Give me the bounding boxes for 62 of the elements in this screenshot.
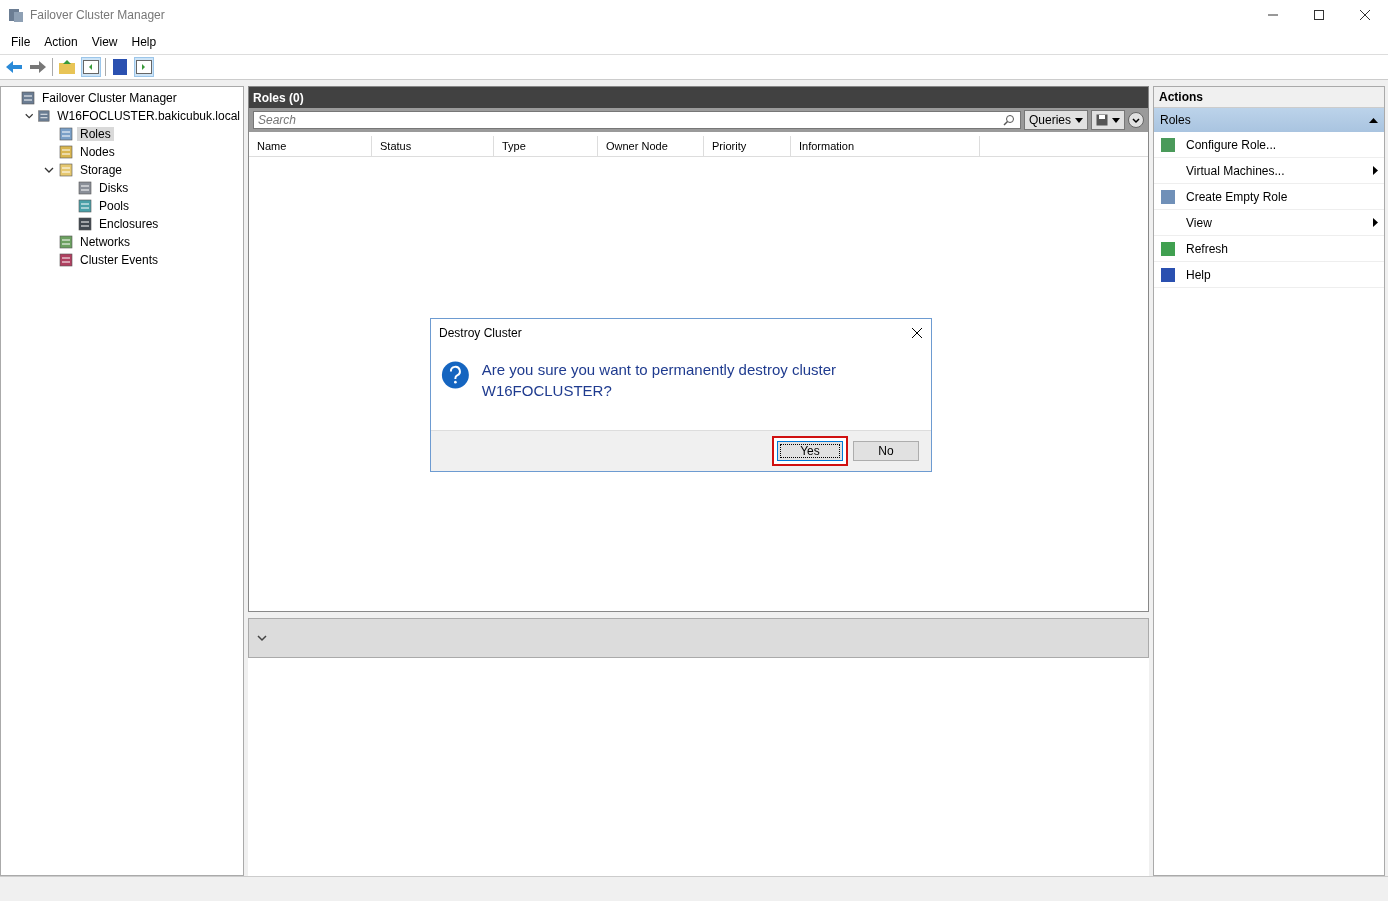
roles-icon	[58, 126, 74, 142]
tree-item[interactable]: Failover Cluster Manager	[39, 91, 180, 105]
search-field[interactable]: Search	[253, 111, 1021, 129]
chevron-down-icon[interactable]	[257, 634, 267, 642]
menu-item[interactable]: Action	[37, 35, 85, 49]
expand-chevron-icon[interactable]	[1128, 112, 1144, 128]
actions-header: Actions	[1154, 87, 1384, 108]
tree-item[interactable]: W16FOCLUSTER.bakicubuk.local	[54, 109, 243, 123]
dialog-button[interactable]: No	[853, 441, 919, 461]
dialog-title: Destroy Cluster	[439, 326, 522, 340]
pane-command[interactable]: Create Empty Role	[1154, 184, 1384, 210]
pane-command[interactable]: Configure Role...	[1154, 132, 1384, 158]
tree-item[interactable]: Cluster Events	[77, 253, 162, 267]
pane-command[interactable]: Virtual Machines...	[1154, 158, 1384, 184]
tree-item[interactable]: Enclosures	[96, 217, 162, 231]
column-header[interactable]: Priority	[704, 136, 791, 156]
dialog-message: Are you sure you want to permanently destroy cluster W16FOCLUSTER?	[481, 360, 838, 401]
window-title: Failover Cluster Manager	[30, 8, 165, 22]
networks-icon	[58, 234, 74, 250]
tree-item[interactable]: Networks	[77, 235, 133, 249]
tree-item[interactable]: Disks	[96, 181, 132, 195]
tree-item[interactable]: Nodes	[77, 145, 118, 159]
cluster-app-icon	[8, 7, 24, 23]
collapse-triangle-icon[interactable]	[1369, 117, 1378, 123]
pools-icon	[77, 198, 93, 214]
pane-command[interactable]: View	[1154, 210, 1384, 236]
nodes-icon	[58, 144, 74, 160]
dropdown-caret-icon	[1075, 117, 1083, 123]
close-icon[interactable]	[1360, 10, 1370, 20]
tree-item[interactable]: Roles	[77, 127, 114, 141]
actions-section-header[interactable]: Roles	[1154, 108, 1384, 132]
menu-item[interactable]: View	[84, 35, 125, 49]
save-query-dropdown[interactable]	[1091, 110, 1125, 130]
pane-command[interactable]: Refresh	[1154, 236, 1384, 262]
menu-item[interactable]: Help	[124, 35, 164, 49]
submenu-arrow-icon	[1373, 166, 1378, 175]
maximize-icon[interactable]	[1314, 10, 1324, 20]
disks-icon	[77, 180, 93, 196]
manager-icon	[20, 90, 36, 106]
submenu-arrow-icon	[1373, 218, 1378, 227]
pane-command[interactable]: Help	[1154, 262, 1384, 288]
close-icon[interactable]	[911, 327, 923, 339]
dropdown-caret-icon	[1112, 117, 1120, 123]
folder-up-icon[interactable]	[57, 57, 77, 77]
show-hide-tree-button[interactable]	[81, 57, 101, 77]
show-hide-action-pane-button[interactable]	[134, 57, 154, 77]
cluster-icon	[37, 108, 52, 124]
tree-item[interactable]: Pools	[96, 199, 133, 213]
column-header[interactable]: Name	[249, 136, 372, 156]
storage-icon	[58, 162, 74, 178]
queries-dropdown[interactable]: Queries	[1023, 110, 1088, 130]
column-header[interactable]: Type	[494, 136, 598, 156]
column-header[interactable]: Status	[372, 136, 494, 156]
menu-item[interactable]: File	[4, 35, 38, 49]
events-icon	[58, 252, 74, 268]
column-header[interactable]: Information	[791, 136, 980, 156]
tree-item[interactable]: Storage	[77, 163, 126, 177]
panel-title: Roles (0)	[249, 87, 1148, 108]
enclosures-icon	[77, 216, 93, 232]
search-icon[interactable]	[1002, 114, 1015, 126]
question-icon	[441, 359, 470, 391]
column-header[interactable]: Owner Node	[598, 136, 704, 156]
